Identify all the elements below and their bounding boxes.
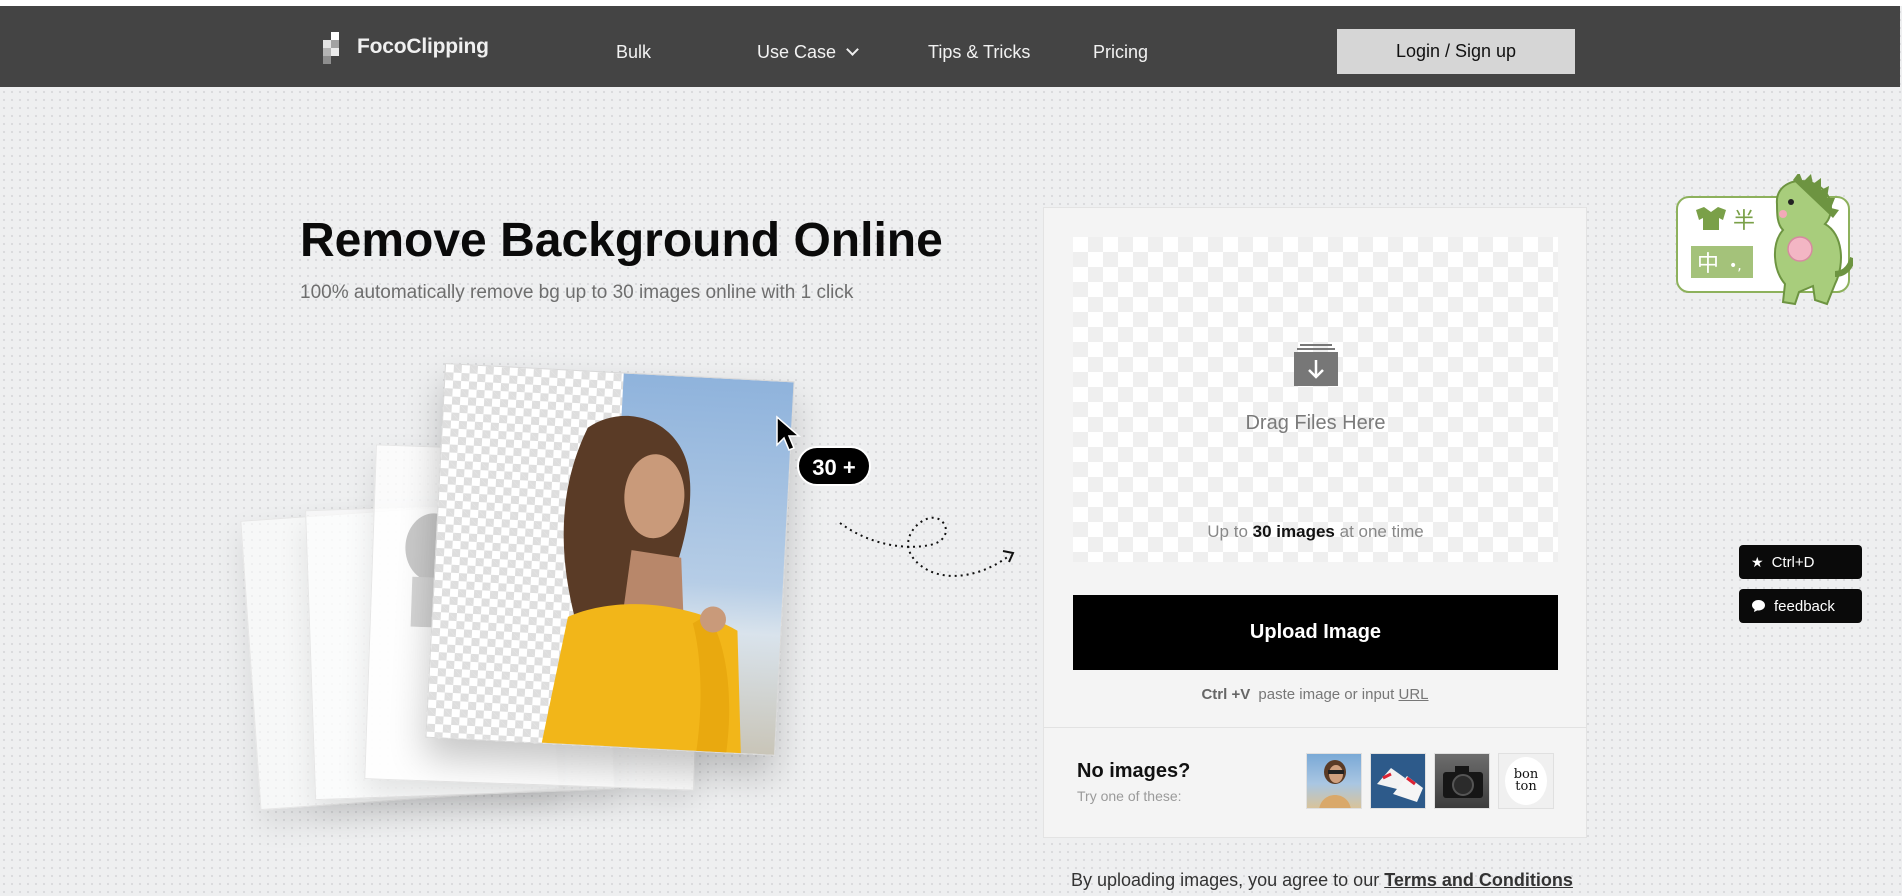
samples-title: No images? xyxy=(1077,760,1191,782)
upload-limit-text: Up to 30 images at one time xyxy=(1073,522,1558,542)
star-icon: ★ xyxy=(1751,553,1764,570)
mascot-widget[interactable]: 半 中 •, xyxy=(1675,172,1856,310)
drop-zone[interactable]: Drag Files Here Up to 30 images at one t… xyxy=(1073,237,1558,562)
hero-photo xyxy=(425,363,795,756)
sample-camera-image xyxy=(1443,766,1483,798)
hero-illustration: 30 + xyxy=(240,360,1040,896)
chat-bubble-icon xyxy=(1752,600,1765,612)
logo-text: FocoClipping xyxy=(357,35,489,58)
nav-item-use-case[interactable]: Use Case xyxy=(757,42,859,63)
bookmark-button[interactable]: ★ Ctrl+D xyxy=(1739,545,1862,579)
woman-image xyxy=(541,415,741,756)
chevron-down-icon xyxy=(846,43,859,56)
paste-hint: Ctrl +V paste image or input URL xyxy=(1044,686,1586,703)
logo[interactable]: FocoClipping xyxy=(323,32,489,64)
logo-icon xyxy=(323,32,347,64)
upload-image-button[interactable]: Upload Image xyxy=(1073,595,1558,670)
sample-thumb-logo[interactable]: bon ton xyxy=(1498,753,1554,809)
feedback-label: feedback xyxy=(1774,597,1835,615)
nav-item-pricing[interactable]: Pricing xyxy=(1093,42,1148,63)
image-count-badge: 30 + xyxy=(797,446,871,486)
navbar: FocoClipping Bulk Use Case Tips & Tricks… xyxy=(0,6,1900,87)
feedback-button[interactable]: feedback xyxy=(1739,589,1862,623)
nav-item-tips-tricks[interactable]: Tips & Tricks xyxy=(928,42,1030,63)
terms-text: By uploading images, you agree to our xyxy=(1071,870,1380,890)
sample-thumb-sneakers[interactable] xyxy=(1370,753,1426,809)
page-title: Remove Background Online xyxy=(300,214,943,267)
sample-thumb-camera[interactable] xyxy=(1434,753,1490,809)
mascot-small-text: •, xyxy=(1729,258,1742,274)
terms-link[interactable]: Terms and Conditions xyxy=(1384,870,1573,890)
divider xyxy=(1044,727,1586,728)
mascot-char-zhong: 中 xyxy=(1697,252,1719,277)
mascot-char-ban: 半 xyxy=(1733,209,1755,234)
dashed-arrow-icon xyxy=(839,516,1015,577)
nav-item-use-case-label: Use Case xyxy=(757,42,837,62)
nav-item-bulk[interactable]: Bulk xyxy=(616,42,651,63)
sample-thumb-woman[interactable] xyxy=(1306,753,1362,809)
samples-subtitle: Try one of these: xyxy=(1077,788,1182,804)
url-link[interactable]: URL xyxy=(1399,686,1429,703)
cursor-icon xyxy=(776,415,802,451)
sample-sneakers-image xyxy=(1377,768,1423,802)
paste-text: paste image or input xyxy=(1258,686,1395,703)
limit-count: 30 images xyxy=(1252,522,1335,541)
upload-folder-icon xyxy=(1294,344,1338,386)
login-signup-button[interactable]: Login / Sign up xyxy=(1337,29,1575,74)
limit-prefix: Up to xyxy=(1207,522,1248,541)
drop-zone-label: Drag Files Here xyxy=(1245,412,1386,434)
bookmark-label: Ctrl+D xyxy=(1771,553,1815,571)
upload-panel: Drag Files Here Up to 30 images at one t… xyxy=(1043,207,1587,838)
dinosaur-mascot-image: 半 中 •, xyxy=(1676,172,1856,306)
limit-suffix: at one time xyxy=(1339,522,1424,541)
terms-notice: By uploading images, you agree to our Te… xyxy=(1071,870,1573,891)
sample-logo-text: bon ton xyxy=(1505,757,1547,805)
paste-shortcut: Ctrl +V xyxy=(1201,686,1251,703)
page-subtitle: 100% automatically remove bg up to 30 im… xyxy=(300,282,854,303)
sample-woman-image xyxy=(1319,760,1351,808)
